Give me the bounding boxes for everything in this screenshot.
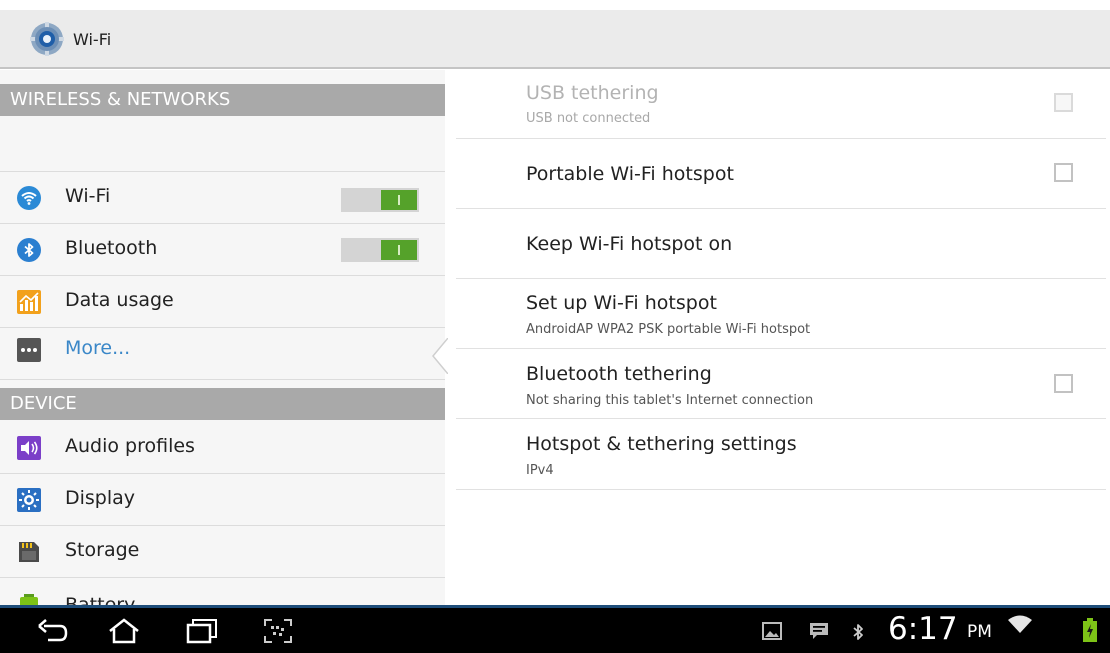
pref-title: Bluetooth tethering [526, 363, 712, 385]
toggle-thumb [381, 190, 417, 210]
pref-summary: AndroidAP WPA2 PSK portable Wi-Fi hotspo… [526, 322, 811, 337]
audio-profiles-icon [17, 436, 41, 460]
storage-icon [19, 542, 39, 562]
pref-summary: Not sharing this tablet's Internet conne… [526, 393, 814, 408]
sidebar-item-label: Data usage [65, 289, 174, 311]
bluetooth-tethering-checkbox[interactable] [1054, 374, 1073, 393]
bluetooth-status-icon [853, 624, 863, 640]
bluetooth-toggle[interactable] [341, 238, 419, 262]
sidebar-item-wifi[interactable]: Wi-Fi [0, 171, 445, 224]
sidebar-item-storage[interactable]: Storage [0, 526, 445, 578]
toggle-thumb [381, 240, 417, 260]
pref-summary: IPv4 [526, 463, 554, 478]
pref-title: Keep Wi-Fi hotspot on [526, 233, 733, 255]
sidebar-item-audio-profiles[interactable]: Audio profiles [0, 422, 445, 474]
clock-ampm: PM [967, 622, 992, 642]
pref-title: USB tethering [526, 82, 659, 104]
screenshot-icon[interactable] [261, 617, 295, 645]
pref-summary: USB not connected [526, 111, 651, 126]
wifi-signal-icon [1008, 615, 1032, 633]
sidebar-item-bluetooth[interactable]: Bluetooth [0, 224, 445, 276]
pref-bluetooth-tethering[interactable]: Bluetooth tethering Not sharing this tab… [456, 349, 1106, 419]
display-icon [17, 488, 41, 512]
battery-charging-icon [1083, 618, 1097, 642]
back-icon[interactable] [36, 617, 70, 645]
selection-caret-icon [432, 338, 448, 374]
sidebar-item-label: Battery [65, 594, 136, 605]
section-header-device: DEVICE [0, 388, 445, 420]
sidebar-item-label: Storage [65, 539, 140, 561]
sidebar-item-data-usage[interactable]: Data usage [0, 276, 445, 328]
usb-tethering-checkbox [1054, 93, 1073, 112]
sidebar-item-label: Display [65, 487, 136, 509]
sidebar-item-label: More... [65, 337, 131, 359]
pref-title: Hotspot & tethering settings [526, 433, 797, 455]
sidebar-item-label: Bluetooth [65, 237, 158, 259]
pref-setup-hotspot[interactable]: Set up Wi-Fi hotspot AndroidAP WPA2 PSK … [456, 279, 1106, 349]
action-bar: Wi-Fi [0, 10, 1110, 69]
wifi-toggle[interactable] [341, 188, 419, 212]
more-icon [17, 338, 41, 362]
sidebar-item-more[interactable]: More... [0, 328, 445, 380]
wifi-icon [17, 186, 41, 210]
message-notification-icon[interactable] [809, 622, 829, 640]
page-title: Wi-Fi [73, 30, 112, 49]
system-bar: 6:17 PM [0, 605, 1110, 653]
data-usage-icon [17, 290, 41, 314]
gallery-notification-icon[interactable] [762, 622, 782, 640]
sidebar-item-label: Wi-Fi [65, 185, 111, 207]
pref-title: Set up Wi-Fi hotspot [526, 292, 717, 314]
pref-hotspot-tethering-settings[interactable]: Hotspot & tethering settings IPv4 [456, 419, 1106, 490]
sidebar-item-label: Audio profiles [65, 435, 195, 457]
clock-time: 6:17 [888, 611, 958, 647]
portable-hotspot-checkbox[interactable] [1054, 163, 1073, 182]
sidebar-item-display[interactable]: Display [0, 474, 445, 526]
sidebar-item-battery[interactable]: Battery [0, 578, 445, 605]
bluetooth-icon [17, 238, 41, 262]
pref-keep-hotspot-on[interactable]: Keep Wi-Fi hotspot on [456, 209, 1106, 279]
recent-apps-icon[interactable] [185, 617, 219, 645]
battery-icon [20, 594, 38, 605]
section-header-wireless: WIRELESS & NETWORKS [0, 84, 445, 116]
pref-title: Portable Wi-Fi hotspot [526, 163, 734, 185]
pref-portable-hotspot[interactable]: Portable Wi-Fi hotspot [456, 139, 1106, 209]
home-icon[interactable] [107, 617, 141, 645]
settings-gear-icon[interactable] [29, 21, 65, 57]
settings-headers-list: WIRELESS & NETWORKS Wi-Fi Bluetooth Data… [0, 70, 445, 605]
pref-usb-tethering: USB tethering USB not connected [456, 70, 1106, 139]
